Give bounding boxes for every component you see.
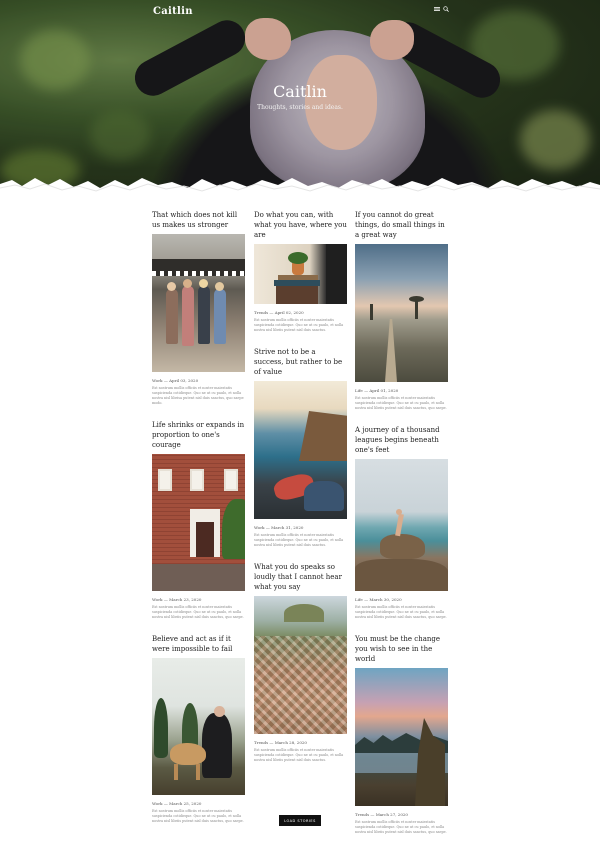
post-title[interactable]: That which does not kill us makes us str… <box>152 210 245 230</box>
post-excerpt: Est nostrum mollis officiis et noster ma… <box>152 809 244 823</box>
post-meta: Work — April 03, 2020 <box>152 378 199 383</box>
dog-man-photo[interactable] <box>152 658 245 795</box>
plant-books-photo[interactable] <box>254 244 347 304</box>
post-date: April 03, 2020 <box>169 378 199 383</box>
post-meta: Work — March 23, 2020 <box>152 597 202 602</box>
load-stories-button[interactable]: LOAD STORIES <box>279 815 321 826</box>
post-category[interactable]: Work <box>152 378 163 383</box>
post-card[interactable]: Do what you can, with what you have, whe… <box>254 210 347 333</box>
post-category[interactable]: Work <box>152 801 163 806</box>
rocks-sea-photo[interactable] <box>355 459 448 591</box>
post-excerpt: Est nostrum mollis officiis et noster ma… <box>355 396 447 410</box>
desert-path-photo[interactable] <box>355 244 448 382</box>
post-date: April 01, 2020 <box>369 388 399 393</box>
post-meta: Life — April 01, 2020 <box>355 388 399 393</box>
post-title[interactable]: What you do speaks so loudly that I cann… <box>254 562 347 592</box>
post-meta: Trends — March 27, 2020 <box>355 812 408 817</box>
post-category[interactable]: Life <box>355 597 363 602</box>
post-excerpt: Est nostrum mollis officiis et noster ma… <box>152 605 244 619</box>
header-icons <box>434 5 449 14</box>
post-title[interactable]: Strive not to be a success, but rather t… <box>254 347 347 377</box>
hero-heading: Caitlin <box>273 82 327 101</box>
post-card[interactable]: You must be the change you wish to see i… <box>355 634 448 835</box>
post-category[interactable]: Work <box>152 597 163 602</box>
post-title[interactable]: If you cannot do great things, do small … <box>355 210 448 240</box>
post-meta: Trends — March 28, 2020 <box>254 740 307 745</box>
torn-paper-edge <box>0 178 600 210</box>
post-date: March 31, 2020 <box>271 525 304 530</box>
post-category[interactable]: Trends <box>254 310 268 315</box>
hero-tagline: Thoughts, stories and ideas. <box>257 104 343 111</box>
post-card[interactable]: That which does not kill us makes us str… <box>152 210 245 406</box>
post-meta: Life — March 30, 2020 <box>355 597 402 602</box>
post-date: March 23, 2020 <box>169 597 202 602</box>
post-excerpt: Est nostrum mollis officiis et noster ma… <box>254 318 344 332</box>
post-meta: Trends — April 02, 2020 <box>254 310 304 315</box>
post-date: March 25, 2020 <box>169 801 202 806</box>
post-category[interactable]: Trends <box>355 812 369 817</box>
post-date: March 27, 2020 <box>375 812 408 817</box>
post-category[interactable]: Work <box>254 525 265 530</box>
post-excerpt: Est nostrum mollis officiis et noster ma… <box>254 533 344 547</box>
post-meta: Work — March 25, 2020 <box>152 801 202 806</box>
site-title[interactable]: Caitlin <box>153 6 193 17</box>
post-category[interactable]: Life <box>355 388 363 393</box>
post-card[interactable]: Believe and act as if it were impossible… <box>152 634 245 824</box>
post-date: April 02, 2020 <box>274 310 304 315</box>
hamburger-icon[interactable] <box>434 5 440 14</box>
post-card[interactable]: Life shrinks or expands in proportion to… <box>152 420 245 620</box>
lake-sunset-photo[interactable] <box>355 668 448 806</box>
post-date: March 30, 2020 <box>369 597 402 602</box>
post-excerpt: Est nostrum mollis officiis et noster ma… <box>152 386 244 405</box>
post-excerpt: Est nostrum mollis officiis et noster ma… <box>355 820 447 834</box>
post-card[interactable]: If you cannot do great things, do small … <box>355 210 448 411</box>
search-icon[interactable] <box>443 5 449 14</box>
post-card[interactable]: What you do speaks so loudly that I cann… <box>254 562 347 763</box>
post-excerpt: Est nostrum mollis officiis et noster ma… <box>254 748 344 762</box>
brick-house-photo[interactable] <box>152 454 245 591</box>
post-title[interactable]: Life shrinks or expands in proportion to… <box>152 420 245 450</box>
storefront-women-photo[interactable] <box>152 234 245 372</box>
coast-feet-photo[interactable] <box>254 381 347 519</box>
post-date: March 28, 2020 <box>274 740 307 745</box>
city-aerial-photo[interactable] <box>254 596 347 734</box>
post-title[interactable]: Believe and act as if it were impossible… <box>152 634 245 654</box>
post-title[interactable]: A journey of a thousand leagues begins b… <box>355 425 448 455</box>
post-column-3: If you cannot do great things, do small … <box>355 210 448 845</box>
post-title[interactable]: You must be the change you wish to see i… <box>355 634 448 664</box>
post-title[interactable]: Do what you can, with what you have, whe… <box>254 210 347 240</box>
post-card[interactable]: A journey of a thousand leagues begins b… <box>355 425 448 620</box>
post-column-1: That which does not kill us makes us str… <box>152 210 245 834</box>
post-column-2: Do what you can, with what you have, whe… <box>254 210 347 773</box>
post-meta: Work — March 31, 2020 <box>254 525 304 530</box>
post-excerpt: Est nostrum mollis officiis et noster ma… <box>355 605 447 619</box>
post-category[interactable]: Trends <box>254 740 268 745</box>
post-card[interactable]: Strive not to be a success, but rather t… <box>254 347 347 548</box>
